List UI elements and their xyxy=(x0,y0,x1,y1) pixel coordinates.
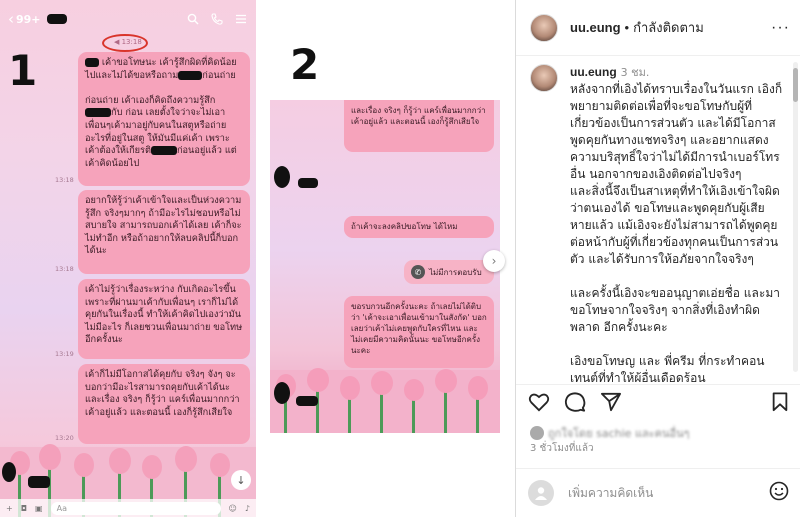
search-icon[interactable] xyxy=(186,12,200,26)
caption-text: หลังจากที่เอิงได้ทราบเรื่องในวันแรก เอิง… xyxy=(570,82,783,382)
bubble-text: อยากให้รู้ว่าเค้าเข้าใจและเป็นห่วงความรู… xyxy=(85,195,242,257)
redacted-name xyxy=(46,14,67,24)
mic-icon[interactable]: ♪ xyxy=(245,504,250,513)
smiley-icon[interactable] xyxy=(769,481,789,505)
heart-icon[interactable] xyxy=(528,392,550,416)
chat-header: ‹ 99+ xyxy=(0,0,256,38)
unread-count: 99+ xyxy=(16,12,41,26)
message-input[interactable]: Aa xyxy=(50,501,221,515)
likes-text: ถูกใจโดย sachie และคนอื่นๆ xyxy=(548,427,690,440)
bubble-text: ถ้าเค้าจะลงคลิปขอโทษ ได้ไหม xyxy=(351,222,458,231)
chat-screenshot-1: ‹ 99+ 1 ◀ 13:18 เค้าขอโทษนะ เค้ารู้สึกผิ… xyxy=(0,0,256,517)
chat-bubble: และเรื่อง จริงๆ ก็รู้ว่า แคร์เพื่อนมากกว… xyxy=(344,100,494,152)
avatar[interactable] xyxy=(530,13,558,42)
caption-scrollbar[interactable] xyxy=(793,62,798,372)
redaction xyxy=(178,70,203,80)
redaction xyxy=(150,146,177,156)
separator-dot: • xyxy=(624,20,630,35)
redaction xyxy=(28,476,50,488)
caption: uu.eung 3 ชม. หลังจากที่เอิงได้ทราบเรื่อง… xyxy=(570,64,786,382)
redaction xyxy=(274,166,290,188)
scrollbar-thumb[interactable] xyxy=(793,68,798,102)
comment-input[interactable]: เพิ่มความคิดเห็น xyxy=(568,484,769,503)
plus-icon[interactable]: + xyxy=(6,504,13,513)
chat-screenshot-2: และเรื่อง จริงๆ ก็รู้ว่า แคร์เพื่อนมากกว… xyxy=(270,100,500,433)
post-actions xyxy=(516,384,800,422)
menu-icon[interactable] xyxy=(234,12,248,26)
timestamp: 13:19 xyxy=(55,350,74,358)
camera-icon[interactable]: ◘ xyxy=(21,504,27,513)
redaction xyxy=(296,396,318,406)
timestamp: 13:18 xyxy=(55,265,74,273)
username[interactable]: uu.eung xyxy=(570,20,621,35)
bubble-text: ไม่มีการตอบรับ xyxy=(429,267,482,277)
image-icon[interactable]: ▣ xyxy=(35,504,43,513)
user-avatar xyxy=(528,480,554,506)
back-icon[interactable]: ‹ xyxy=(8,10,14,28)
bubble-text: เค้าไม่รู้ว่าเรื่องระหว่าง กับเกิดอะไรขึ… xyxy=(85,284,243,346)
likes-row[interactable]: ถูกใจโดย sachie และคนอื่นๆ xyxy=(530,424,690,442)
more-dots-icon[interactable]: ··· xyxy=(771,19,790,37)
bubble-text: ขอรบกวนอีกครั้งนะคะ ถ้าเลยไม่ได้ติบว่า '… xyxy=(351,302,487,355)
emoji-icon[interactable]: ☺ xyxy=(229,504,237,513)
scroll-down-button[interactable]: ↓ xyxy=(231,470,251,490)
comment-bar: เพิ่มความคิดเห็น xyxy=(516,468,800,517)
liker-avatar xyxy=(530,426,544,440)
caption-time: 3 ชม. xyxy=(620,66,650,79)
comment-icon[interactable] xyxy=(564,391,586,417)
avatar[interactable] xyxy=(530,64,558,92)
paper-plane-icon[interactable] xyxy=(600,392,622,416)
tulip-background xyxy=(270,368,500,433)
redaction xyxy=(2,462,16,482)
missed-call-bubble: ✆ ไม่มีการตอบรับ xyxy=(404,260,494,284)
redaction xyxy=(85,108,111,118)
caption-area: uu.eung 3 ชม. หลังจากที่เอิงได้ทราบเรื่อง… xyxy=(516,56,800,382)
redaction xyxy=(274,382,290,404)
bubble-text: และเรื่อง จริงๆ ก็รู้ว่า แคร์เพื่อนมากกว… xyxy=(351,106,486,126)
missed-call-icon: ✆ xyxy=(411,265,425,279)
screenshot-marker-2: 2 xyxy=(290,40,320,89)
chat-bubble: ถ้าเค้าจะลงคลิปขอโทษ ได้ไหม xyxy=(344,216,494,238)
circled-timestamp: ◀ 13:18 xyxy=(114,38,142,46)
post-time-ago: 3 ชั่วโมงที่แล้ว xyxy=(530,443,594,454)
chat-bubble: เค้าขอโทษนะ เค้ารู้สึกผิดที่คิดน้อยไปและ… xyxy=(78,52,250,186)
redaction xyxy=(85,58,99,67)
screenshot-composite: ‹ 99+ 1 ◀ 13:18 เค้าขอโทษนะ เค้ารู้สึกผิ… xyxy=(0,0,800,517)
carousel-next-button[interactable]: › xyxy=(483,250,505,272)
screenshot-marker-1: 1 xyxy=(8,46,38,95)
instagram-post-panel: uu.eung • กำลังติดตาม ··· uu.eung 3 ชม. ห… xyxy=(515,0,800,517)
bookmark-icon[interactable] xyxy=(771,391,789,416)
chat-input-bar: + ◘ ▣ Aa ☺ ♪ xyxy=(0,499,256,517)
redaction xyxy=(298,178,318,188)
caption-username[interactable]: uu.eung xyxy=(570,65,617,79)
chat-bubble: เค้าไม่รู้ว่าเรื่องระหว่าง กับเกิดอะไรขึ… xyxy=(78,279,250,359)
following-button[interactable]: กำลังติดตาม xyxy=(633,17,704,38)
phone-icon[interactable] xyxy=(210,12,224,26)
chat-bubble: อยากให้รู้ว่าเค้าเข้าใจและเป็นห่วงความรู… xyxy=(78,190,250,274)
post-header: uu.eung • กำลังติดตาม ··· xyxy=(516,0,800,56)
timestamp: 13:18 xyxy=(55,176,74,184)
circle-annotation: ◀ 13:18 xyxy=(102,34,148,52)
